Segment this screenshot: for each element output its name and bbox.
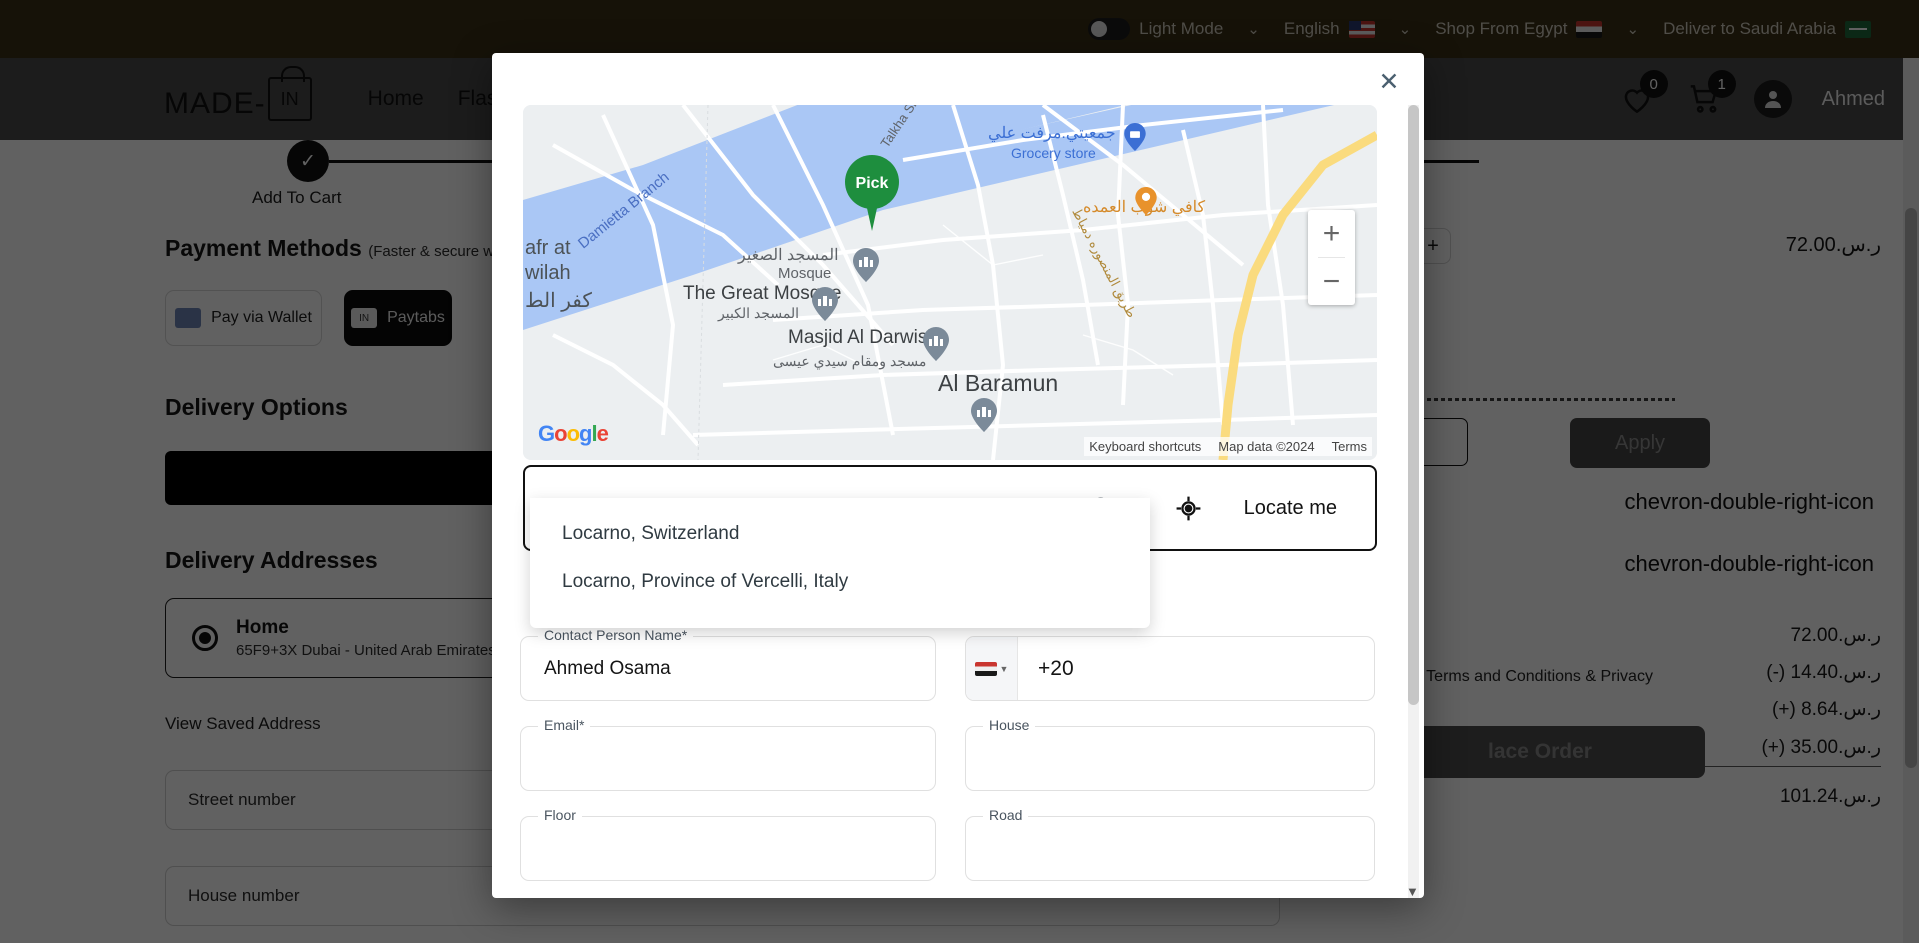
road-field[interactable]: Road — [965, 816, 1375, 881]
map-zoom-controls[interactable]: + − — [1308, 210, 1355, 305]
zoom-out-button[interactable]: − — [1308, 258, 1355, 305]
map-attribution: Keyboard shortcuts Map data ©2024 Terms — [1084, 437, 1372, 456]
locate-me-label[interactable]: Locate me — [1232, 497, 1375, 520]
email-label-text: Email — [544, 717, 579, 733]
pick-marker-label: Pick — [856, 175, 889, 192]
house-field[interactable]: House — [965, 726, 1375, 791]
floor-label: Floor — [538, 807, 582, 823]
cafe-poi-pin[interactable] — [1135, 187, 1157, 215]
mosque-poi-pin-3[interactable] — [923, 327, 949, 361]
mosque-poi-pin-2[interactable] — [812, 287, 838, 321]
crosshair-icon — [1175, 495, 1202, 522]
contact-person-name-value: Ahmed Osama — [544, 658, 671, 680]
grocery-poi-pin[interactable] — [1124, 123, 1146, 151]
mosque-poi-pin-1[interactable] — [853, 248, 879, 282]
modal-scrollbar-track[interactable] — [1408, 105, 1419, 898]
contact-person-name-label: Contact Person Name* — [538, 627, 693, 643]
email-field[interactable]: Email* — [520, 726, 936, 791]
modal-scrollbar-thumb[interactable] — [1408, 105, 1419, 705]
terms-link[interactable]: Terms — [1332, 439, 1367, 454]
required-marker: * — [579, 717, 584, 733]
road-label: Road — [983, 807, 1028, 823]
house-label: House — [983, 717, 1035, 733]
contact-person-name-field[interactable]: Contact Person Name* Ahmed Osama — [520, 636, 936, 701]
keyboard-shortcuts-link[interactable]: Keyboard shortcuts — [1089, 439, 1201, 454]
contact-person-name-label-text: Contact Person Name — [544, 627, 682, 643]
autocomplete-item-0[interactable]: Locarno, Switzerland — [530, 510, 1150, 558]
floor-field[interactable]: Floor — [520, 816, 936, 881]
zoom-in-button[interactable]: + — [1308, 210, 1355, 257]
locate-me-button[interactable] — [1146, 495, 1232, 522]
google-logo: Google — [538, 421, 608, 447]
chevron-down-icon: ▼ — [1000, 664, 1009, 674]
pick-location-marker[interactable]: Pick — [845, 155, 899, 233]
address-form: Contact Person Name* Ahmed Osama ▼ +20 E… — [520, 636, 1375, 906]
country-code-selector[interactable]: ▼ — [966, 637, 1018, 700]
google-map[interactable]: Talkha Sh جمعيتي.مرفت علي Grocery store … — [523, 105, 1377, 460]
phone-field[interactable]: ▼ +20 — [965, 636, 1375, 701]
mosque-poi-pin-4[interactable] — [971, 398, 997, 432]
autocomplete-item-1[interactable]: Locarno, Province of Vercelli, Italy — [530, 558, 1150, 606]
eg-flag-icon — [975, 662, 997, 676]
phone-value[interactable]: +20 — [1018, 637, 1374, 700]
email-label: Email* — [538, 717, 590, 733]
autocomplete-dropdown[interactable]: Locarno, Switzerland Locarno, Province o… — [530, 498, 1150, 628]
modal-scroll-down-arrow[interactable]: ▼ — [1406, 884, 1419, 899]
close-icon[interactable]: ✕ — [1376, 69, 1402, 95]
map-data-text: Map data ©2024 — [1218, 439, 1314, 454]
map-canvas — [523, 105, 1377, 460]
required-marker: * — [682, 627, 687, 643]
